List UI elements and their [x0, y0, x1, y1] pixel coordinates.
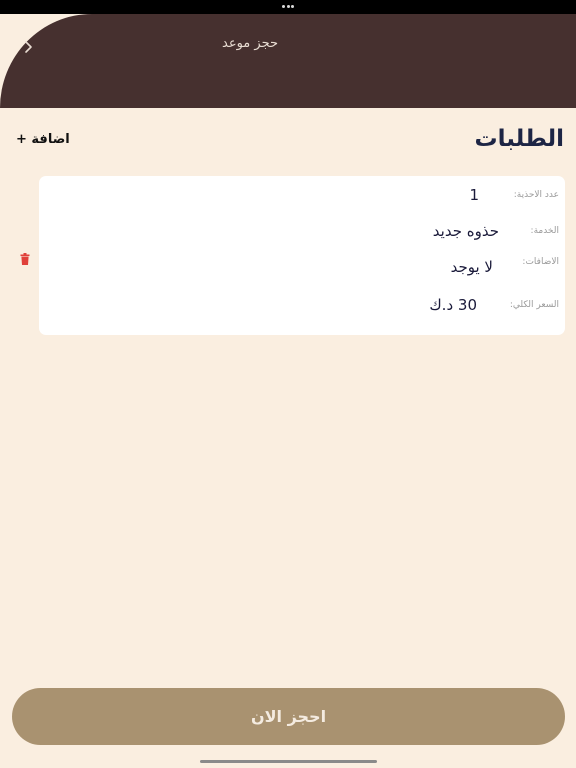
- extras-value: لا يوجد: [450, 258, 493, 276]
- book-now-button[interactable]: احجز الان: [12, 688, 565, 745]
- service-value: حذوه جديد: [432, 222, 499, 240]
- header: حجز موعد: [0, 14, 576, 108]
- chevron-right-icon[interactable]: [20, 38, 38, 56]
- extras-label: الاضافات:: [522, 257, 559, 267]
- trash-icon[interactable]: [20, 250, 30, 265]
- order-card: عدد الاحذية: 1 الخدمة: حذوه جديد الاضافا…: [39, 176, 565, 335]
- shoes-count-label: عدد الاحذية:: [513, 190, 559, 200]
- page-title: حجز موعد: [222, 36, 278, 51]
- home-indicator[interactable]: [200, 760, 377, 763]
- section-title-orders: الطلبات: [474, 126, 564, 152]
- total-price-label: السعر الكلي:: [509, 300, 559, 310]
- add-order-button[interactable]: اضافة +: [16, 132, 70, 147]
- app-screen: حجز موعد الطلبات اضافة + عدد الاحذية: 1 …: [0, 0, 576, 768]
- service-label: الخدمة:: [530, 226, 559, 236]
- shoes-count-value: 1: [469, 186, 479, 204]
- multitask-dots-icon[interactable]: [282, 5, 294, 9]
- total-price-value: 30 د.ك: [429, 296, 477, 314]
- status-bar: [0, 0, 576, 14]
